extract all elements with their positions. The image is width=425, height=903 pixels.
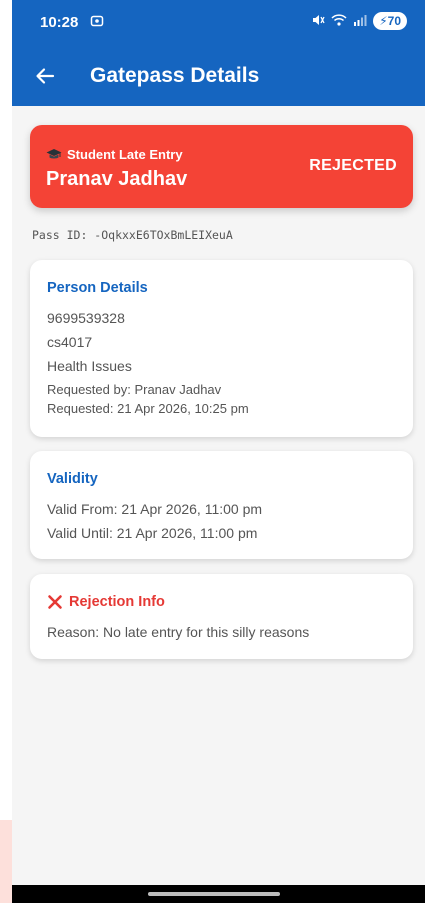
status-bar: 10:28 ⚡70 bbox=[12, 0, 425, 46]
validity-card: Validity Valid From: 21 Apr 2026, 11:00 … bbox=[30, 451, 413, 559]
rejection-reason: Reason: No late entry for this silly rea… bbox=[47, 624, 310, 640]
battery-indicator: ⚡70 bbox=[373, 12, 407, 30]
back-button[interactable] bbox=[30, 61, 60, 91]
pass-type-row: Student Late Entry bbox=[46, 147, 183, 162]
screen-record-icon bbox=[90, 14, 104, 31]
student-name: Pranav Jadhav bbox=[46, 168, 188, 190]
person-details-title: Person Details bbox=[47, 280, 148, 296]
arrow-left-icon bbox=[36, 68, 55, 84]
status-time: 10:28 bbox=[40, 14, 79, 31]
status-icons: ⚡70 bbox=[311, 12, 407, 30]
mute-icon bbox=[311, 13, 325, 30]
person-details-card: Person Details 9699539328 cs4017 Health … bbox=[30, 260, 413, 437]
pass-id: Pass ID: -OqkxxE6TOxBmLEIXeuA bbox=[32, 228, 233, 242]
rejection-title-row: Rejection Info bbox=[47, 594, 396, 610]
cross-icon bbox=[48, 595, 62, 609]
signal-icon bbox=[353, 13, 367, 30]
rejection-title: Rejection Info bbox=[69, 594, 165, 610]
app-bar: Gatepass Details bbox=[12, 46, 425, 106]
requested-at: Requested: 21 Apr 2026, 10:25 pm bbox=[47, 401, 249, 416]
page-title: Gatepass Details bbox=[90, 64, 260, 87]
validity-title: Validity bbox=[47, 471, 98, 487]
wifi-icon bbox=[331, 13, 347, 30]
valid-until: Valid Until: 21 Apr 2026, 11:00 pm bbox=[47, 525, 258, 541]
gatepass-status-card: Student Late Entry Pranav Jadhav REJECTE… bbox=[30, 125, 413, 208]
graduation-cap-icon bbox=[46, 149, 62, 159]
phone-number: 9699539328 bbox=[47, 310, 125, 326]
status-badge: REJECTED bbox=[309, 157, 397, 174]
system-nav-bar bbox=[12, 885, 425, 903]
rejection-card: Rejection Info Reason: No late entry for… bbox=[30, 574, 413, 659]
battery-level: 70 bbox=[387, 14, 401, 28]
pass-type: Student Late Entry bbox=[67, 147, 183, 162]
background-edge bbox=[0, 820, 12, 903]
valid-from: Valid From: 21 Apr 2026, 11:00 pm bbox=[47, 501, 263, 517]
requested-by: Requested by: Pranav Jadhav bbox=[47, 382, 222, 397]
phone-screen: 10:28 ⚡70 Gatepass Details Student Late … bbox=[12, 0, 425, 903]
reason-text: Health Issues bbox=[47, 358, 132, 374]
roll-number: cs4017 bbox=[47, 334, 93, 350]
home-gesture-handle[interactable] bbox=[148, 892, 280, 896]
